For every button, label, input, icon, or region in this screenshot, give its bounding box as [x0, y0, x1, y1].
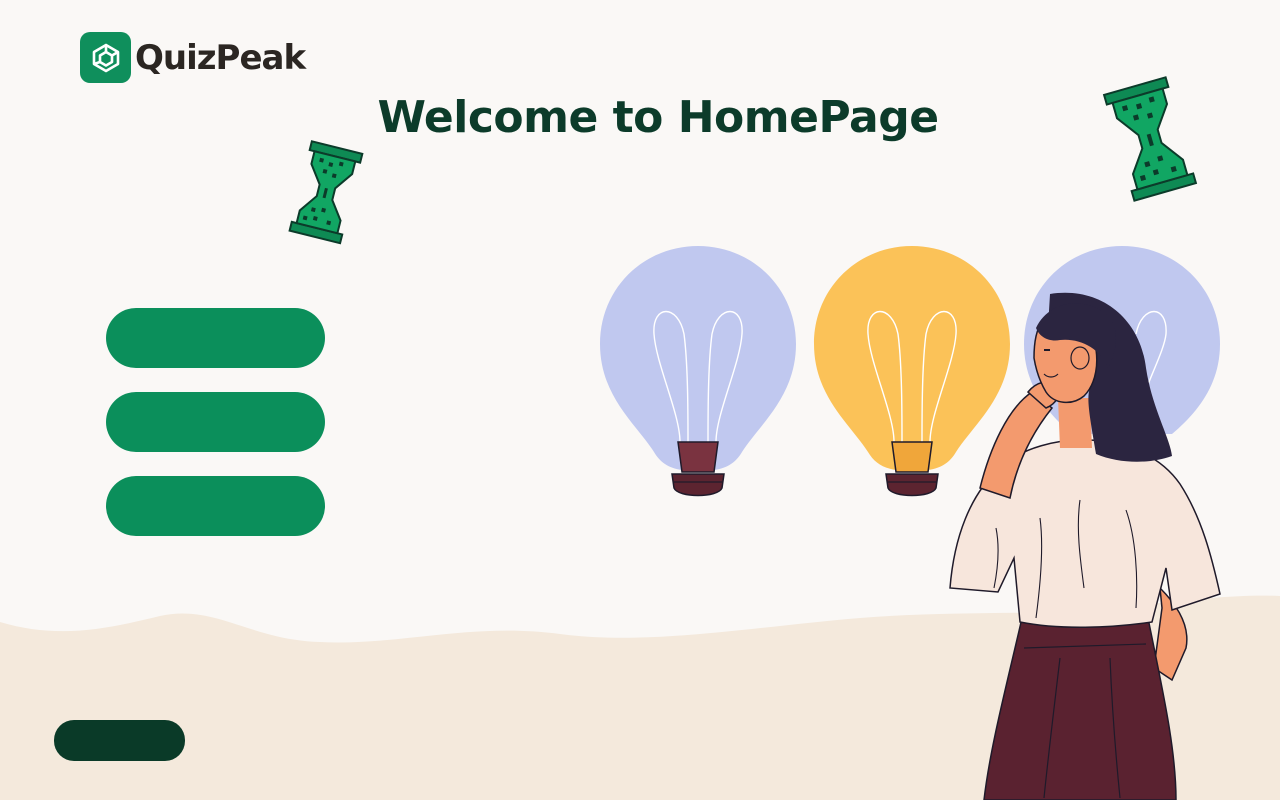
- cube-logo-icon: [80, 32, 131, 83]
- footer-button[interactable]: [54, 720, 185, 761]
- brand-logo[interactable]: QuizPeak: [80, 32, 306, 83]
- hourglass-icon: [1098, 76, 1202, 202]
- woman-thinking-icon: [940, 288, 1240, 800]
- menu-button-2[interactable]: [106, 392, 325, 452]
- lightbulb-icon: [598, 244, 798, 504]
- brand-name: QuizPeak: [135, 37, 306, 78]
- menu-button-3[interactable]: [106, 476, 325, 536]
- page-title: Welcome to HomePage: [377, 92, 939, 143]
- menu-button-1[interactable]: [106, 308, 325, 368]
- hourglass-icon: [282, 138, 368, 246]
